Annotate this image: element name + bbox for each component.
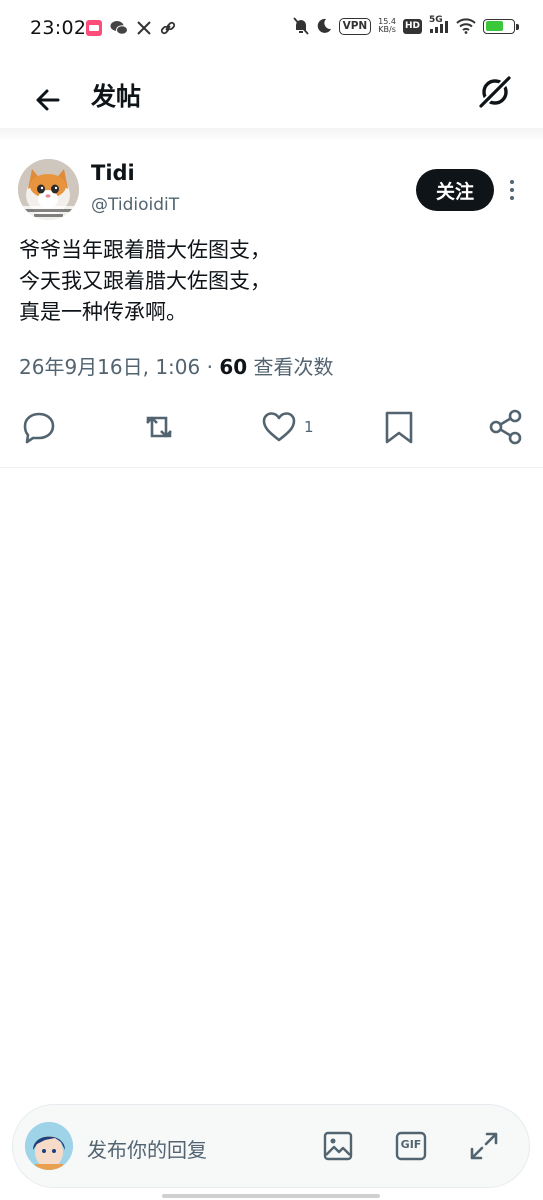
post-meta: 26年9月16日, 1:06 · 60 查看次数 <box>19 351 334 380</box>
mute-bell-icon <box>292 17 309 35</box>
views-label: 查看次数 <box>247 355 334 379</box>
arrow-left-icon <box>36 89 60 111</box>
reply-bubble-icon <box>23 412 55 444</box>
heart-icon <box>262 412 296 442</box>
cell-signal-icon: 5G <box>429 15 449 34</box>
x-app-icon <box>136 20 152 36</box>
cat-avatar-image <box>18 159 79 220</box>
reply-input[interactable]: 发布你的回复 <box>87 1134 207 1163</box>
add-gif-button[interactable]: GIF <box>394 1129 428 1163</box>
follow-button[interactable]: 关注 <box>416 169 494 211</box>
bookmark-icon <box>385 411 413 444</box>
wechat-icon <box>110 20 128 36</box>
author-name[interactable]: Tidi <box>91 161 135 185</box>
page-title: 发帖 <box>91 82 142 111</box>
user-avatar <box>25 1122 73 1170</box>
grok-icon <box>479 76 511 108</box>
add-image-button[interactable] <box>321 1129 355 1163</box>
vpn-badge: VPN <box>338 17 372 35</box>
gif-label: GIF <box>400 1138 422 1151</box>
battery-icon <box>483 18 519 34</box>
back-button[interactable] <box>28 80 68 120</box>
share-icon <box>489 409 522 445</box>
post-text-line: 今天我又跟着腊大佐图支， <box>19 269 271 293</box>
post-detail: Tidi @TidioidiT 关注 爷爷当年跟着腊大佐图支， 今天我又跟着腊大… <box>0 145 543 468</box>
like-button[interactable]: 1 <box>260 405 314 449</box>
anime-avatar-image <box>25 1122 73 1170</box>
post-actions: 1 <box>0 405 543 449</box>
post-text-line: 真是一种传承啊。 <box>19 300 187 324</box>
post-text-line: 爷爷当年跟着腊大佐图支， <box>19 238 271 262</box>
reply-composer-bar[interactable]: 发布你的回复 GIF <box>12 1104 530 1188</box>
home-indicator[interactable] <box>162 1194 380 1198</box>
app-notification-icon <box>86 20 102 36</box>
image-icon <box>323 1131 353 1161</box>
author-handle[interactable]: @TidioidiT <box>91 195 179 215</box>
more-options-button[interactable] <box>504 175 520 205</box>
share-button[interactable] <box>487 405 525 449</box>
expand-composer-button[interactable] <box>467 1129 501 1163</box>
more-vertical-icon <box>510 180 514 200</box>
status-time: 23:02 <box>30 17 87 39</box>
hd-badge: HD <box>402 18 422 34</box>
bookmark-button[interactable] <box>380 405 418 449</box>
post-text: 爷爷当年跟着腊大佐图支， 今天我又跟着腊大佐图支， 真是一种传承啊。 <box>19 235 519 328</box>
repost-icon <box>146 416 172 438</box>
avatar[interactable] <box>18 159 79 220</box>
reply-button[interactable] <box>20 405 58 449</box>
wifi-icon <box>456 18 476 34</box>
repost-button[interactable] <box>140 405 178 449</box>
meta-separator: · <box>200 355 220 379</box>
net-speed: 15.4 KB/s <box>378 17 396 34</box>
post-timestamp[interactable]: 26年9月16日, 1:06 <box>19 355 200 379</box>
link-icon <box>160 20 176 36</box>
views-count[interactable]: 60 <box>219 355 247 379</box>
moon-icon <box>316 18 332 34</box>
status-bar: 23:02 VPN 15.4 KB/s HD 5G <box>0 0 543 60</box>
grok-button[interactable] <box>477 74 513 110</box>
like-count: 1 <box>304 418 314 436</box>
expand-icon <box>470 1132 498 1160</box>
